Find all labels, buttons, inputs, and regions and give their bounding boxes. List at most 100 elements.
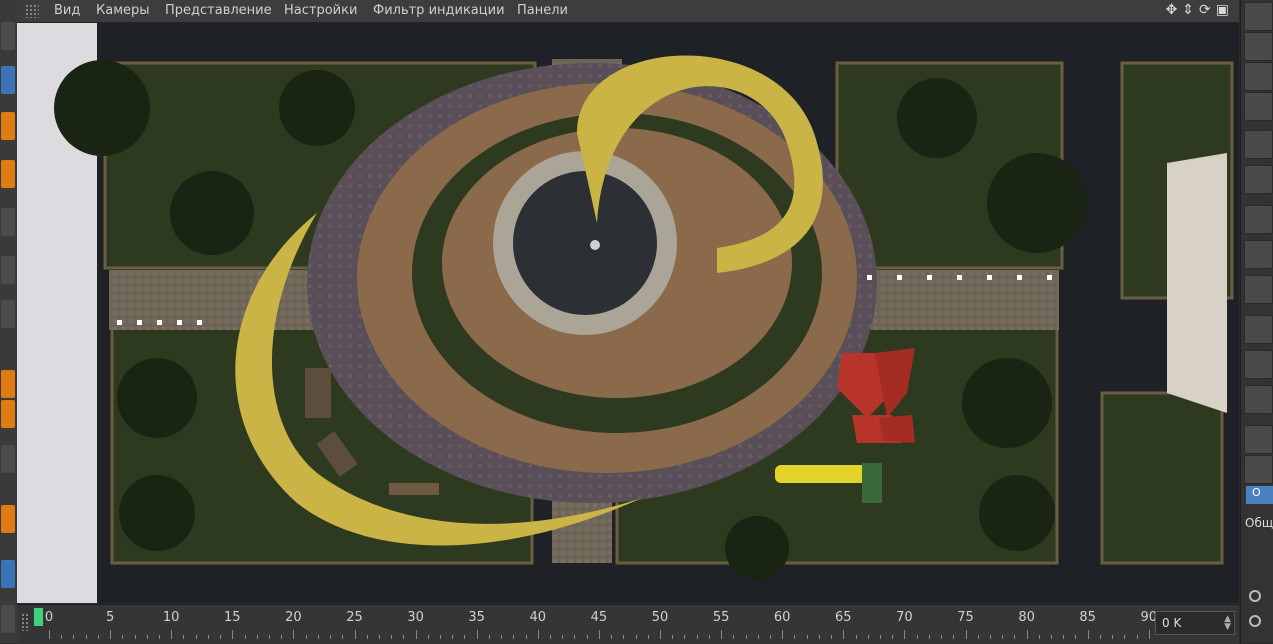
menu-view[interactable]: Вид: [54, 3, 80, 18]
points-tool[interactable]: [1, 208, 15, 236]
timeline-minor-tick: [721, 630, 723, 639]
right-tool[interactable]: [1244, 2, 1273, 31]
edges-tool[interactable]: [1, 256, 15, 284]
timeline-minor-tick: [623, 635, 625, 639]
select-tool[interactable]: [1, 66, 15, 94]
zoom-icon[interactable]: ⇕: [1182, 2, 1194, 18]
magnet-tool[interactable]: [1, 505, 15, 533]
timeline-minor-tick: [1099, 635, 1101, 639]
timeline-minor-tick: [660, 630, 661, 639]
triangle-tool[interactable]: [1244, 455, 1273, 484]
attribute-tab[interactable]: О: [1246, 486, 1273, 504]
right-tool[interactable]: [1244, 385, 1273, 414]
section-label: Общ: [1245, 516, 1273, 530]
timeline-minor-tick: [525, 635, 527, 639]
fountain-center: [590, 240, 600, 250]
timeline-minor-tick: [611, 635, 613, 639]
timeline-tick-label: 0: [44, 610, 54, 625]
menu-filter[interactable]: Фильтр индикации: [373, 3, 505, 18]
right-tool[interactable]: [1244, 425, 1273, 454]
lock-tool[interactable]: [1, 560, 15, 588]
menu-display[interactable]: Представление: [165, 3, 272, 18]
menu-panels[interactable]: Панели: [517, 3, 568, 18]
menu-options[interactable]: Настройки: [284, 3, 357, 18]
move-icon[interactable]: ✥: [1166, 2, 1178, 18]
timeline-tick-label: 60: [773, 610, 791, 625]
timeline-minor-tick: [574, 635, 576, 639]
polygon-tool[interactable]: [1, 160, 15, 188]
playhead[interactable]: [34, 608, 43, 626]
timeline-minor-tick: [342, 635, 344, 639]
timeline-minor-tick: [391, 635, 393, 639]
timeline-tick-label: 80: [1018, 610, 1035, 625]
right-tool[interactable]: [1244, 240, 1273, 269]
snap-tool[interactable]: [1, 445, 15, 473]
timeline-tick-label: 85: [1079, 610, 1096, 625]
object-tool[interactable]: [1, 300, 15, 328]
timeline-minor-tick: [733, 635, 735, 639]
timeline-tick-label: 25: [346, 610, 363, 625]
checker-tool[interactable]: [1, 112, 15, 140]
right-tool[interactable]: [1244, 205, 1273, 234]
timeline-minor-tick: [794, 635, 796, 639]
timeline-minor-tick: [427, 635, 429, 639]
timeline-tick-label: 20: [285, 610, 302, 625]
right-tool[interactable]: [1244, 275, 1273, 304]
timeline-minor-tick: [562, 635, 564, 639]
rotate-icon[interactable]: ⟳: [1199, 2, 1211, 18]
building-right: [1167, 153, 1227, 413]
timeline-minor-tick: [1124, 635, 1126, 639]
timeline-minor-tick: [769, 635, 771, 639]
timeline-minor-tick: [207, 635, 209, 639]
spinner-icon[interactable]: ▲ ▼: [1224, 615, 1231, 632]
radio-button[interactable]: [1249, 615, 1261, 627]
timeline-minor-tick: [904, 630, 906, 639]
timeline-minor-tick: [476, 630, 478, 639]
radio-button[interactable]: [1249, 590, 1261, 602]
timeline-tick-label: 55: [712, 610, 730, 625]
timeline-tick-label: 45: [590, 610, 608, 625]
timeline-minor-tick: [757, 635, 759, 639]
timeline-minor-tick: [110, 630, 112, 639]
move-tool[interactable]: [1, 370, 15, 398]
3d-viewport[interactable]: [17, 23, 1239, 603]
viewport-menu-bar: Вид Камеры Представление Настройки Фильт…: [17, 0, 1239, 23]
workplane-tool[interactable]: [1, 605, 15, 633]
maximize-icon[interactable]: ▣: [1216, 2, 1229, 18]
timeline-minor-tick: [916, 635, 918, 639]
timeline-minor-tick: [806, 635, 808, 639]
timeline-ruler[interactable]: 0 5 10 15 20 25 30 35 40 45 50 55 60 65 70 75 80 85 90: [33, 608, 1157, 642]
right-tool[interactable]: [1244, 62, 1273, 91]
timeline-minor-tick: [831, 635, 833, 639]
timeline-minor-tick: [684, 635, 686, 639]
timeline-minor-tick: [965, 630, 967, 639]
timeline-minor-tick: [354, 630, 356, 639]
timeline-minor-tick: [843, 630, 845, 639]
right-tool[interactable]: [1244, 350, 1273, 379]
right-tool[interactable]: [1244, 315, 1273, 344]
bench: [305, 368, 331, 418]
right-tool[interactable]: [1244, 92, 1273, 121]
frame-field[interactable]: 0 K ▲ ▼: [1155, 611, 1235, 635]
right-panel: О Общ: [1240, 0, 1273, 643]
right-tool[interactable]: [1244, 32, 1273, 61]
timeline-tick-label: 75: [957, 610, 974, 625]
view-cube-tool[interactable]: [1, 22, 15, 50]
right-tool[interactable]: [1244, 165, 1273, 194]
timeline-minor-tick: [464, 635, 466, 639]
timeline-minor-tick: [330, 635, 332, 639]
timeline-minor-tick: [281, 635, 283, 639]
timeline-minor-tick: [928, 635, 930, 639]
grip-icon[interactable]: [21, 613, 29, 631]
viewport-nav-icons: ✥ ⇕ ⟳ ▣: [1166, 2, 1229, 18]
timeline-minor-tick: [867, 635, 869, 639]
timeline-minor-tick: [501, 635, 503, 639]
right-tool[interactable]: [1244, 130, 1273, 159]
grip-icon[interactable]: [25, 4, 39, 18]
timeline-minor-tick: [440, 635, 442, 639]
timeline-tick-label: 40: [529, 610, 547, 625]
menu-cameras[interactable]: Камеры: [96, 3, 150, 18]
scale-tool[interactable]: [1, 400, 15, 428]
timeline-minor-tick: [941, 635, 943, 639]
timeline-minor-tick: [146, 635, 148, 639]
